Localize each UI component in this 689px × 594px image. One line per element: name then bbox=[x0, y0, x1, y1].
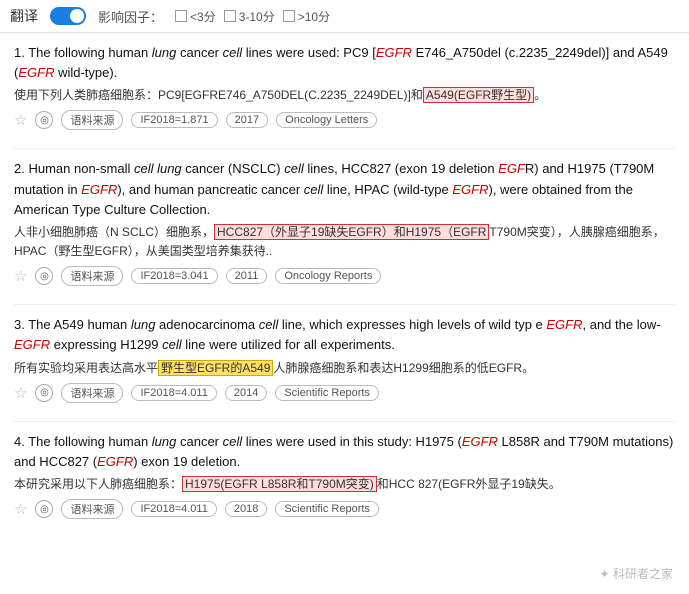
circle-icon-1[interactable]: ◎ bbox=[35, 111, 53, 129]
factor-item-3[interactable]: >10分 bbox=[283, 8, 330, 25]
if-tag-3: IF2018=4.011 bbox=[131, 385, 216, 401]
year-tag-1: 2017 bbox=[226, 112, 268, 128]
highlight-box-1: A549(EGFR野生型) bbox=[423, 87, 534, 103]
highlight-box-4: H1975(EGFR L858R和T790M突变) bbox=[182, 476, 377, 492]
result-item-3: 3. The A549 human lung adenocarcinoma ce… bbox=[14, 315, 675, 402]
action-bar-1: ☆ ◎ 语料来源 IF2018=1.871 2017 Oncology Lett… bbox=[14, 110, 675, 130]
if-tag-1: IF2018=1.871 bbox=[131, 112, 217, 128]
year-tag-3: 2014 bbox=[225, 385, 267, 401]
egfr-highlight-1a: EGFR bbox=[376, 45, 412, 60]
translate-label: 翻译 bbox=[10, 6, 38, 26]
result-number-4: 4. bbox=[14, 434, 28, 449]
result-text-2: 2. Human non-small cell lung cancer (NSC… bbox=[14, 159, 675, 219]
circle-icon-2[interactable]: ◎ bbox=[35, 267, 53, 285]
action-bar-3: ☆ ◎ 语料来源 IF2018=4.011 2014 Scientific Re… bbox=[14, 383, 675, 403]
factor-label-1: <3分 bbox=[190, 8, 216, 25]
star-button-1[interactable]: ☆ bbox=[14, 111, 27, 129]
result-item-4: 4. The following human lung cancer cell … bbox=[14, 432, 675, 519]
result-text-1: 1. The following human lung cancer cell … bbox=[14, 43, 675, 83]
journal-tag-2: Oncology Reports bbox=[275, 268, 381, 284]
top-bar: 翻译 影响因子： <3分 3-10分 >10分 bbox=[0, 0, 689, 33]
year-tag-4: 2018 bbox=[225, 501, 267, 517]
factor-label: 影响因子： bbox=[98, 7, 163, 26]
factor-checkbox-1[interactable] bbox=[175, 10, 187, 22]
circle-icon-4[interactable]: ◎ bbox=[35, 500, 53, 518]
highlight-box-2: HCC827（外显子19缺失EGFR）和H1975（EGFR bbox=[214, 224, 489, 240]
factor-label-3: >10分 bbox=[298, 8, 330, 25]
result-item-2: 2. Human non-small cell lung cancer (NSC… bbox=[14, 159, 675, 286]
year-tag-2: 2011 bbox=[226, 268, 268, 284]
result-item-1: 1. The following human lung cancer cell … bbox=[14, 43, 675, 130]
star-button-2[interactable]: ☆ bbox=[14, 267, 27, 285]
result-number-3: 3. bbox=[14, 317, 28, 332]
egfr-highlight-2c: EGFR bbox=[452, 182, 488, 197]
factor-group: <3分 3-10分 >10分 bbox=[175, 8, 330, 25]
egfr-highlight-2b: EGFR bbox=[81, 182, 117, 197]
chinese-text-2: 人非小细胞肺癌（N SCLC）细胞系，HCC827（外显子19缺失EGFR）和H… bbox=[14, 223, 675, 261]
if-tag-2: IF2018=3.041 bbox=[131, 268, 217, 284]
egfr-highlight-4b: EGFR bbox=[97, 454, 133, 469]
divider-2 bbox=[14, 304, 675, 305]
circle-icon-3[interactable]: ◎ bbox=[35, 384, 53, 402]
source-tag-3[interactable]: 语料来源 bbox=[61, 383, 123, 403]
star-button-4[interactable]: ☆ bbox=[14, 500, 27, 518]
factor-item-1[interactable]: <3分 bbox=[175, 8, 216, 25]
journal-tag-4: Scientific Reports bbox=[275, 501, 379, 517]
if-tag-4: IF2018=4.011 bbox=[131, 501, 216, 517]
source-tag-4[interactable]: 语料来源 bbox=[61, 499, 123, 519]
egfr-highlight-4a: EGFR bbox=[462, 434, 498, 449]
action-bar-4: ☆ ◎ 语料来源 IF2018=4.011 2018 Scientific Re… bbox=[14, 499, 675, 519]
chinese-text-3: 所有实验均采用表达高水平野生型EGFR的A549人肺腺癌细胞系和表达H1299细… bbox=[14, 359, 675, 378]
watermark: ✦ 科研者之家 bbox=[600, 565, 673, 582]
chinese-text-4: 本研究采用以下人肺癌细胞系：H1975(EGFR L858R和T790M突变)和… bbox=[14, 475, 675, 494]
source-tag-1[interactable]: 语料来源 bbox=[61, 110, 123, 130]
journal-tag-3: Scientific Reports bbox=[275, 385, 379, 401]
egfr-highlight-2a: EGF bbox=[498, 161, 525, 176]
main-content: 1. The following human lung cancer cell … bbox=[0, 33, 689, 547]
egfr-highlight-3b: EGFR bbox=[14, 337, 50, 352]
chinese-text-1: 使用下列人类肺癌细胞系：PC9[EGFRE746_A750DEL(C.2235_… bbox=[14, 86, 675, 105]
journal-tag-1: Oncology Letters bbox=[276, 112, 377, 128]
factor-label-2: 3-10分 bbox=[239, 8, 275, 25]
factor-item-2[interactable]: 3-10分 bbox=[224, 8, 275, 25]
action-bar-2: ☆ ◎ 语料来源 IF2018=3.041 2011 Oncology Repo… bbox=[14, 266, 675, 286]
result-text-3: 3. The A549 human lung adenocarcinoma ce… bbox=[14, 315, 675, 355]
factor-checkbox-2[interactable] bbox=[224, 10, 236, 22]
egfr-highlight-3a: EGFR bbox=[546, 317, 582, 332]
result-number-2: 2. bbox=[14, 161, 28, 176]
divider-1 bbox=[14, 148, 675, 149]
translate-toggle[interactable] bbox=[50, 7, 86, 25]
divider-3 bbox=[14, 421, 675, 422]
result-number-1: 1. bbox=[14, 45, 28, 60]
highlight-box-3: 野生型EGFR的A549 bbox=[158, 360, 273, 376]
egfr-highlight-1b: EGFR bbox=[18, 65, 54, 80]
result-text-4: 4. The following human lung cancer cell … bbox=[14, 432, 675, 472]
factor-checkbox-3[interactable] bbox=[283, 10, 295, 22]
star-button-3[interactable]: ☆ bbox=[14, 384, 27, 402]
source-tag-2[interactable]: 语料来源 bbox=[61, 266, 123, 286]
toggle-knob bbox=[70, 9, 84, 23]
